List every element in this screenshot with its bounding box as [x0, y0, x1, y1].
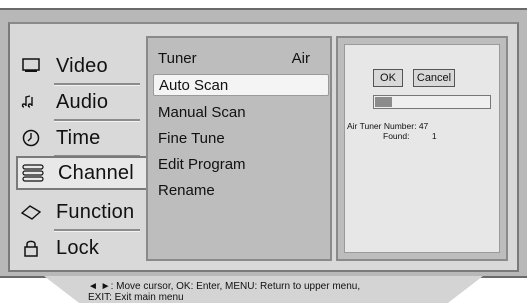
- channel-list-icon: [22, 162, 44, 184]
- menu-label: Function: [56, 200, 135, 223]
- submenu-item-edit-program[interactable]: Edit Program: [158, 154, 246, 176]
- hint-line-1: ◄ ►: Move cursor, OK: Enter, MENU: Retur…: [88, 281, 361, 292]
- menu-item-time[interactable]: Time: [18, 120, 140, 158]
- scan-progress-bar: [373, 95, 491, 109]
- menu-label: Audio: [56, 90, 109, 113]
- main-menu: Video Audio Time Channel Function Lock: [16, 42, 150, 268]
- submenu-item-fine-tune[interactable]: Fine Tune: [158, 128, 225, 150]
- tuner-number-label: Air Tuner Number:: [347, 121, 417, 131]
- submenu-item-auto-scan[interactable]: Auto Scan: [153, 74, 329, 96]
- hint-text: ◄ ►: Move cursor, OK: Enter, MENU: Retur…: [88, 281, 360, 303]
- clock-icon: [20, 127, 42, 149]
- menu-item-audio[interactable]: Audio: [18, 84, 140, 122]
- menu-item-function[interactable]: Function: [18, 194, 140, 232]
- found-line: Found: 1: [383, 131, 437, 141]
- menu-item-lock[interactable]: Lock: [18, 230, 140, 266]
- scan-dialog: OK Cancel Air Tuner Number: 47 Found: 1: [344, 44, 500, 253]
- menu-label: Video: [56, 54, 108, 77]
- osd-screen: Video Audio Time Channel Function Lock T…: [0, 0, 527, 303]
- submenu-item-tuner[interactable]: Tuner Air: [158, 48, 324, 70]
- cancel-button[interactable]: Cancel: [413, 69, 455, 87]
- menu-label: Channel: [58, 161, 134, 184]
- menu-item-channel[interactable]: Channel: [16, 156, 150, 190]
- tuner-label: Tuner: [158, 50, 197, 67]
- tuner-value: Air: [291, 50, 310, 67]
- submenu-label: Rename: [158, 182, 215, 199]
- menu-label: Lock: [56, 236, 100, 259]
- submenu-item-rename[interactable]: Rename: [158, 180, 215, 202]
- submenu-label: Auto Scan: [159, 77, 229, 94]
- found-label: Found:: [383, 131, 410, 141]
- hint-line-2: EXIT: Exit main menu: [88, 292, 184, 303]
- submenu-label: Edit Program: [158, 156, 246, 173]
- found-value: 1: [431, 131, 437, 141]
- music-note-icon: [20, 91, 42, 113]
- tuner-number-line: Air Tuner Number: 47: [347, 121, 428, 131]
- tuner-number-value: 47: [418, 121, 429, 131]
- hint-bar: ◄ ►: Move cursor, OK: Enter, MENU: Retur…: [0, 276, 527, 303]
- submenu-label: Manual Scan: [158, 104, 246, 121]
- scan-progress-fill: [375, 97, 392, 107]
- diamond-icon: [20, 201, 42, 223]
- menu-label: Time: [56, 126, 101, 149]
- menu-item-video[interactable]: Video: [18, 48, 140, 86]
- ok-button[interactable]: OK: [373, 69, 403, 87]
- submenu-item-manual-scan[interactable]: Manual Scan: [158, 102, 246, 124]
- screen-icon: [20, 55, 42, 77]
- submenu-label: Fine Tune: [158, 130, 225, 147]
- padlock-icon: [20, 237, 42, 259]
- channel-submenu: Tuner Air Auto Scan Manual Scan Fine Tun…: [146, 36, 332, 261]
- scan-panel: OK Cancel Air Tuner Number: 47 Found: 1: [336, 36, 508, 261]
